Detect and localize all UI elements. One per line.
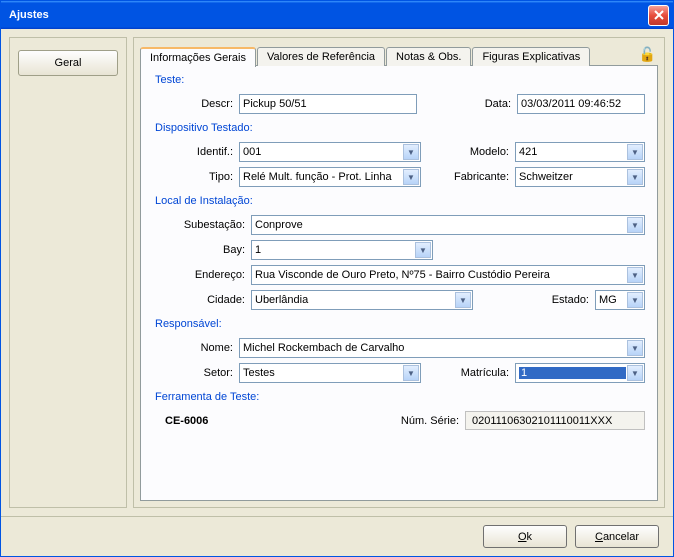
cancel-button[interactable]: Cancelar (575, 525, 659, 548)
identif-combo[interactable]: 001▼ (239, 142, 421, 162)
label-data: Data: (485, 98, 511, 110)
cidade-combo[interactable]: Uberlândia▼ (251, 290, 473, 310)
bay-combo[interactable]: 1▼ (251, 240, 433, 260)
group-title-responsavel: Responsável: (153, 318, 645, 330)
right-panel: Informações Gerais Valores de Referência… (133, 37, 665, 508)
titlebar: Ajustes (1, 1, 673, 29)
label-bay: Bay: (173, 244, 245, 256)
modelo-combo[interactable]: 421▼ (515, 142, 645, 162)
chevron-down-icon: ▼ (403, 144, 419, 160)
label-subestacao: Subestação: (173, 219, 245, 231)
matricula-combo[interactable]: 1▼ (515, 363, 645, 383)
window-title: Ajustes (9, 9, 648, 21)
group-teste: Teste: Descr: Data: (153, 74, 645, 114)
group-title-local: Local de Instalação: (153, 195, 645, 207)
chevron-down-icon: ▼ (627, 365, 643, 381)
label-estado: Estado: (552, 294, 589, 306)
endereco-combo[interactable]: Rua Visconde de Ouro Preto, Nº75 - Bairr… (251, 265, 645, 285)
label-tipo: Tipo: (173, 171, 233, 183)
label-setor: Setor: (173, 367, 233, 379)
tab-notas-obs[interactable]: Notas & Obs. (386, 47, 471, 66)
close-button[interactable] (648, 5, 669, 26)
chevron-down-icon: ▼ (627, 267, 643, 283)
group-dispositivo: Dispositivo Testado: Identif.: 001▼ Mode… (153, 122, 645, 187)
group-ferramenta: Ferramenta de Teste: CE-6006 Núm. Série:… (153, 391, 645, 430)
label-endereco: Endereço: (173, 269, 245, 281)
tab-strip: Informações Gerais Valores de Referência… (140, 44, 658, 66)
ok-button[interactable]: Ok (483, 525, 567, 548)
group-local: Local de Instalação: Subestação: Conprov… (153, 195, 645, 310)
serial-display: 02011106302101110011XXX (465, 411, 645, 430)
chevron-down-icon: ▼ (415, 242, 431, 258)
chevron-down-icon: ▼ (627, 292, 643, 308)
descr-input[interactable] (239, 94, 417, 114)
chevron-down-icon: ▼ (627, 144, 643, 160)
nome-combo[interactable]: Michel Rockembach de Carvalho▼ (239, 338, 645, 358)
tipo-combo[interactable]: Relé Mult. função - Prot. Linha▼ (239, 167, 421, 187)
chevron-down-icon: ▼ (403, 365, 419, 381)
tab-valores-referencia[interactable]: Valores de Referência (257, 47, 385, 66)
chevron-down-icon: ▼ (455, 292, 471, 308)
group-title-dispositivo: Dispositivo Testado: (153, 122, 645, 134)
lock-icon[interactable]: 🔓 (639, 46, 656, 63)
estado-combo[interactable]: MG▼ (595, 290, 645, 310)
geral-button[interactable]: Geral (18, 50, 118, 76)
label-descr: Descr: (173, 98, 233, 110)
subestacao-combo[interactable]: Conprove▼ (251, 215, 645, 235)
fabricante-combo[interactable]: Schweitzer▼ (515, 167, 645, 187)
group-responsavel: Responsável: Nome: Michel Rockembach de … (153, 318, 645, 383)
close-icon (654, 10, 664, 20)
body: Geral Informações Gerais Valores de Refe… (1, 29, 673, 516)
left-panel: Geral (9, 37, 127, 508)
label-matricula: Matrícula: (461, 367, 509, 379)
chevron-down-icon: ▼ (627, 169, 643, 185)
label-identif: Identif.: (173, 146, 233, 158)
data-input (517, 94, 645, 114)
label-cidade: Cidade: (173, 294, 245, 306)
group-title-teste: Teste: (153, 74, 645, 86)
chevron-down-icon: ▼ (403, 169, 419, 185)
label-numserie: Núm. Série: (401, 415, 459, 427)
label-modelo: Modelo: (470, 146, 509, 158)
setor-combo[interactable]: Testes▼ (239, 363, 421, 383)
window: Ajustes Geral Informações Gerais Valores… (0, 0, 674, 557)
footer: Ok Cancelar (1, 516, 673, 556)
label-fabricante: Fabricante: (454, 171, 509, 183)
tab-figuras-explicativas[interactable]: Figuras Explicativas (472, 47, 590, 66)
group-title-ferramenta: Ferramenta de Teste: (153, 391, 645, 403)
label-nome: Nome: (173, 342, 233, 354)
tab-informacoes-gerais[interactable]: Informações Gerais (140, 47, 256, 67)
tab-content: Teste: Descr: Data: Dispositivo Testado: (140, 65, 658, 501)
tool-name: CE-6006 (165, 415, 208, 427)
chevron-down-icon: ▼ (627, 217, 643, 233)
chevron-down-icon: ▼ (627, 340, 643, 356)
